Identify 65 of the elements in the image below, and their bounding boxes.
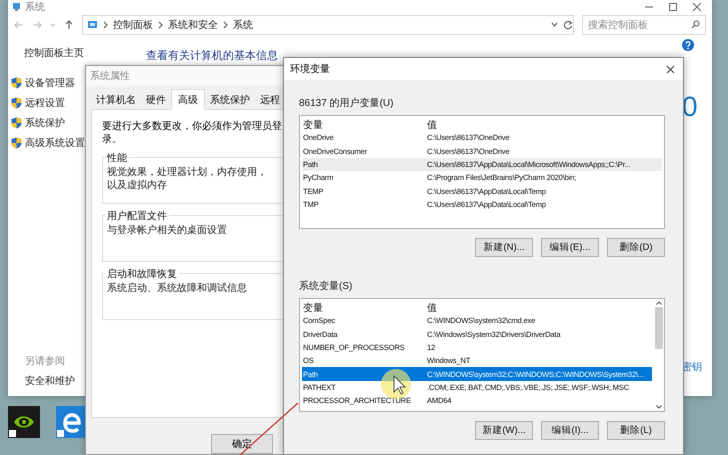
close-icon[interactable] bbox=[666, 64, 675, 74]
page-heading: 查看有关计算机的基本信息 bbox=[146, 50, 278, 62]
shield-icon bbox=[11, 77, 22, 89]
dialog-button[interactable]: 删除(L) bbox=[607, 421, 665, 440]
shield-icon bbox=[11, 117, 22, 129]
column-header: 变量 bbox=[303, 118, 323, 132]
column-header: 值 bbox=[427, 302, 437, 315]
window-title: 系统 bbox=[25, 0, 46, 14]
shield-icon bbox=[11, 137, 22, 149]
dialog-button[interactable]: 编辑(I)... bbox=[541, 421, 599, 440]
sidebar-link[interactable]: 远程设置 bbox=[25, 96, 65, 110]
scroll-down-icon[interactable] bbox=[655, 403, 663, 411]
app-icon[interactable] bbox=[8, 406, 40, 438]
chevron-icon bbox=[158, 21, 163, 29]
dialog-button[interactable]: 删除(D) bbox=[607, 238, 665, 257]
notice-text: 要进行大多数更改，你必须作为管理员登录。 bbox=[102, 120, 282, 146]
tab[interactable]: 硬件 bbox=[141, 90, 171, 109]
sidebar-link[interactable]: 高级系统设置 bbox=[25, 136, 85, 150]
sidebar-link[interactable]: 系统保护 bbox=[25, 116, 65, 130]
control-panel-icon bbox=[87, 20, 98, 30]
dialog-title: 系统属性 bbox=[90, 70, 130, 83]
breadcrumb-item[interactable]: 系统和安全 bbox=[168, 18, 218, 32]
chevron-icon bbox=[103, 21, 108, 29]
section-title: 另请参阅 bbox=[25, 354, 65, 368]
column-header: 值 bbox=[427, 119, 437, 132]
sidebar-link[interactable]: 设备管理器 bbox=[25, 76, 75, 90]
refresh-icon[interactable] bbox=[563, 20, 573, 30]
variable-list[interactable] bbox=[299, 115, 665, 229]
search-icon[interactable] bbox=[691, 20, 700, 29]
maximize-icon[interactable] bbox=[668, 2, 678, 10]
dialog-button[interactable]: 编辑(E)... bbox=[541, 238, 599, 257]
group-description: 系统启动、系统故障和调试信息 bbox=[107, 282, 248, 295]
close-icon[interactable] bbox=[692, 2, 702, 10]
scroll-up-icon[interactable] bbox=[655, 299, 663, 307]
tab[interactable]: 高级 bbox=[171, 88, 205, 110]
ok-button[interactable]: 确定 bbox=[211, 434, 273, 454]
group-title: 用户配置文件 bbox=[106, 210, 168, 223]
breadcrumb-item[interactable]: 系统 bbox=[233, 18, 253, 32]
search-field[interactable]: 搜索控制面板 bbox=[582, 15, 706, 35]
column-header: 变量 bbox=[303, 302, 323, 315]
breadcrumb-item[interactable]: 控制面板 bbox=[113, 18, 153, 32]
dropdown-icon[interactable] bbox=[551, 22, 558, 28]
section-label: 系统变量(S) bbox=[299, 280, 354, 293]
tab[interactable]: 计算机名 bbox=[91, 90, 141, 109]
variable-list[interactable] bbox=[299, 298, 665, 412]
group-title: 启动和故障恢复 bbox=[106, 268, 178, 281]
sidebar-link[interactable]: 控制面板主页 bbox=[24, 46, 84, 60]
tab[interactable]: 系统保护 bbox=[205, 90, 255, 109]
shield-icon bbox=[11, 97, 22, 109]
group-description: 视觉效果，处理器计划，内存使用，以及虚拟内存 bbox=[107, 166, 268, 192]
help-icon[interactable] bbox=[682, 39, 694, 51]
group-description: 与登录帐户相关的桌面设置 bbox=[107, 224, 228, 237]
tab[interactable]: 远程 bbox=[255, 90, 285, 109]
dialog-button[interactable]: 新建(N)... bbox=[475, 238, 533, 257]
section-label: 86137 的用户变量(U) bbox=[299, 96, 394, 110]
dialog-button[interactable]: 新建(W)... bbox=[475, 421, 533, 440]
group-title: 性能 bbox=[106, 152, 128, 165]
dialog-title: 环境变量 bbox=[290, 62, 330, 76]
window-icon bbox=[12, 2, 21, 11]
up-icon[interactable] bbox=[64, 20, 74, 30]
scrollbar-thumb[interactable] bbox=[655, 307, 663, 349]
chevron-icon bbox=[223, 21, 228, 29]
address-bar[interactable]: 控制面板 系统和安全 系统 bbox=[82, 15, 574, 35]
browser-icon[interactable] bbox=[56, 406, 88, 438]
sidebar-link[interactable]: 安全和维护 bbox=[25, 374, 75, 388]
